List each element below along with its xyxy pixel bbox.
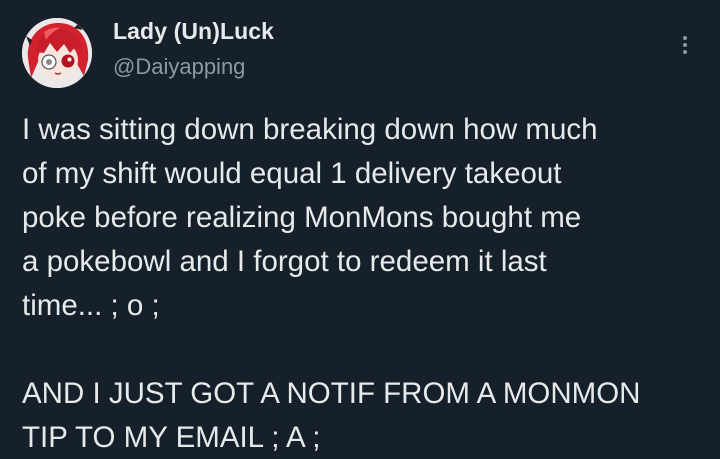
author-handle[interactable]: @Daiyapping xyxy=(113,54,245,80)
menu-dot xyxy=(683,43,687,47)
tweet-paragraph: AND I JUST GOT A NOTIF FROM A MONMON TIP… xyxy=(22,377,641,454)
avatar[interactable] xyxy=(22,18,92,88)
more-options-icon[interactable] xyxy=(672,30,698,60)
menu-dot xyxy=(683,36,687,40)
tweet-text: I was sitting down breaking down how muc… xyxy=(22,108,702,459)
author-display-name[interactable]: Lady (Un)Luck xyxy=(113,18,274,45)
menu-dot xyxy=(683,50,687,54)
tweet-card: Lady (Un)Luck @Daiyapping I was sitting … xyxy=(0,0,720,459)
tweet-paragraph: I was sitting down breaking down how muc… xyxy=(22,113,598,322)
anime-character-avatar-icon xyxy=(22,18,92,88)
